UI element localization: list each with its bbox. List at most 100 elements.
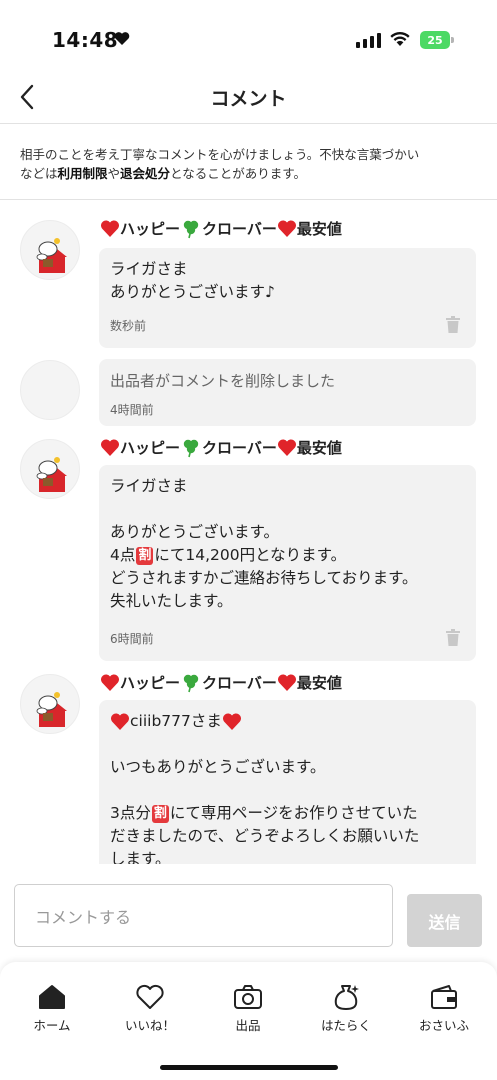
discount-kanji-icon: 割 [136, 547, 154, 565]
seller-name-part: ハッピー [120, 674, 181, 692]
comment-input-bar: コメントする 送信 [0, 864, 497, 964]
clover-icon [183, 220, 199, 238]
comment-line: ありがとうございます。 [110, 523, 279, 541]
comment-list[interactable]: ハッピー クローバー 最安値 ライガさま ありがとうございます♪ 数秒前 出品者… [0, 200, 497, 864]
battery-cap [451, 37, 454, 43]
tab-sell[interactable]: 出品 [208, 982, 288, 1034]
page-title: コメント [210, 88, 287, 110]
seller-name: ハッピー クローバー 最安値 [100, 672, 342, 693]
clover-icon [183, 439, 199, 457]
comment-line: ciiib777さま [110, 710, 462, 733]
snoopy-avatar-icon [36, 692, 67, 727]
comment-time: 4時間前 [110, 403, 154, 417]
red-heart-icon [277, 439, 296, 456]
home-indicator[interactable] [160, 1065, 338, 1070]
notice-text: となることがあります。 [170, 166, 306, 181]
camera-icon [233, 982, 263, 1012]
tab-wallet[interactable]: おさいふ [404, 982, 484, 1034]
blank-avatar [20, 360, 80, 420]
wifi-icon [390, 31, 410, 46]
send-button[interactable]: 送信 [407, 894, 482, 947]
tab-work[interactable]: はたらく [306, 982, 386, 1034]
tab-label: おさいふ [418, 1018, 469, 1033]
seller-name-part: クローバー [202, 674, 277, 692]
comment-time: 数秒前 [110, 319, 147, 333]
comment-line: 失礼いたします。 [110, 592, 233, 610]
comment-line: いつもありがとうございます。 [110, 758, 326, 776]
snoopy-avatar-icon [36, 238, 67, 273]
seller-avatar[interactable] [20, 220, 80, 280]
comment-guideline-notice: 相手のことを考え丁寧なコメントを心がけましょう。不快な言葉づかい などは利用制限… [0, 124, 497, 200]
notice-usage-restriction: 利用制限 [57, 166, 108, 181]
comment-line: 3点分割にて専用ページをお作りさせていた [110, 802, 462, 825]
red-heart-icon [277, 220, 296, 237]
cellular-signal-icon [356, 32, 381, 48]
red-heart-icon [101, 220, 119, 237]
comment-input[interactable]: コメントする [14, 884, 393, 947]
tab-likes[interactable]: いいね！ [110, 982, 190, 1034]
comment-line: します。 [110, 850, 171, 864]
trash-icon[interactable] [446, 316, 460, 333]
comment-line-part: にて専用ページをお作りさせていた [169, 804, 418, 822]
comment-blank-line [110, 733, 462, 756]
clover-icon [183, 674, 199, 692]
battery-icon: 25 [420, 31, 450, 49]
seller-name-part: ハッピー [120, 220, 181, 238]
comment-bubble: ciiib777さま いつもありがとうございます。 3点分割にて専用ページをお作… [99, 700, 476, 864]
comment-line-part: 3点分 [110, 804, 151, 822]
deleted-comment-text: 出品者がコメントを削除しました [110, 372, 336, 390]
comment-time: 6時間前 [110, 632, 154, 646]
tab-label: はたらく [321, 1018, 371, 1033]
tab-label: いいね！ [124, 1018, 175, 1033]
tab-label: 出品 [235, 1018, 261, 1033]
comment-blank-line [110, 498, 462, 521]
seller-name: ハッピー クローバー 最安値 [100, 437, 342, 458]
comment-line: ライガさま [110, 477, 188, 495]
red-heart-icon [277, 674, 296, 691]
seller-name-part: ハッピー [120, 439, 181, 457]
heart-status-icon [114, 32, 130, 45]
seller-name-part: 最安値 [296, 220, 342, 238]
bottom-tab-bar: ホーム いいね！ 出品 はたらく おさいふ [0, 962, 497, 1080]
discount-kanji-icon: 割 [151, 805, 169, 823]
comment-text: ライガさま ありがとうございます♪ [110, 260, 275, 301]
status-bar: 14:48 25 [0, 0, 497, 70]
status-time: 14:48 [52, 28, 119, 52]
comment-line: だきましたので、どうぞよろしくお願いいた [110, 827, 420, 845]
trash-icon[interactable] [446, 629, 460, 646]
comment-blank-line [110, 779, 462, 802]
red-heart-icon [222, 713, 241, 730]
seller-avatar[interactable] [20, 674, 80, 734]
red-heart-icon [101, 439, 119, 456]
deleted-comment-bubble: 出品者がコメントを削除しました 4時間前 [99, 359, 476, 426]
comment-bubble: ライガさま ありがとうございます♪ 数秒前 [99, 248, 476, 348]
comment-line-part: にて14,200円となります。 [154, 546, 347, 564]
snoopy-avatar-icon [36, 457, 67, 492]
notice-text: などは [20, 166, 58, 181]
notice-line-2: などは利用制限や退会処分となることがあります。 [20, 164, 477, 183]
comment-line: どうされますかご連絡お待ちしております。 [110, 569, 418, 587]
comment-bubble: ライガさま ありがとうございます。 4点割にて14,200円となります。 どうさ… [99, 465, 476, 661]
seller-name-part: 最安値 [296, 674, 342, 692]
seller-name-part: クローバー [202, 439, 277, 457]
comment-line-part: ciiib777さま [130, 712, 222, 730]
tab-home[interactable]: ホーム [12, 982, 92, 1034]
notice-text: や [107, 166, 121, 181]
home-icon [37, 982, 67, 1012]
notice-account-deletion: 退会処分 [120, 166, 171, 181]
money-bag-icon [331, 982, 361, 1012]
seller-avatar[interactable] [20, 439, 80, 499]
comment-line: 4点割にて14,200円となります。 [110, 544, 462, 567]
seller-name: ハッピー クローバー 最安値 [100, 218, 342, 239]
comment-text: ライガさま ありがとうございます。 4点割にて14,200円となります。 どうさ… [110, 475, 462, 613]
comment-line-part: 4点 [110, 546, 136, 564]
notice-line-1: 相手のことを考え丁寧なコメントを心がけましょう。不快な言葉づかい [20, 147, 420, 162]
seller-name-part: クローバー [202, 220, 277, 238]
comment-text: ciiib777さま いつもありがとうございます。 3点分割にて専用ページをお作… [110, 710, 462, 864]
heart-icon [135, 982, 165, 1012]
wallet-icon [429, 982, 459, 1012]
tab-label: ホーム [33, 1018, 71, 1033]
red-heart-icon [111, 713, 129, 730]
red-heart-icon [101, 674, 119, 691]
seller-name-part: 最安値 [296, 439, 342, 457]
